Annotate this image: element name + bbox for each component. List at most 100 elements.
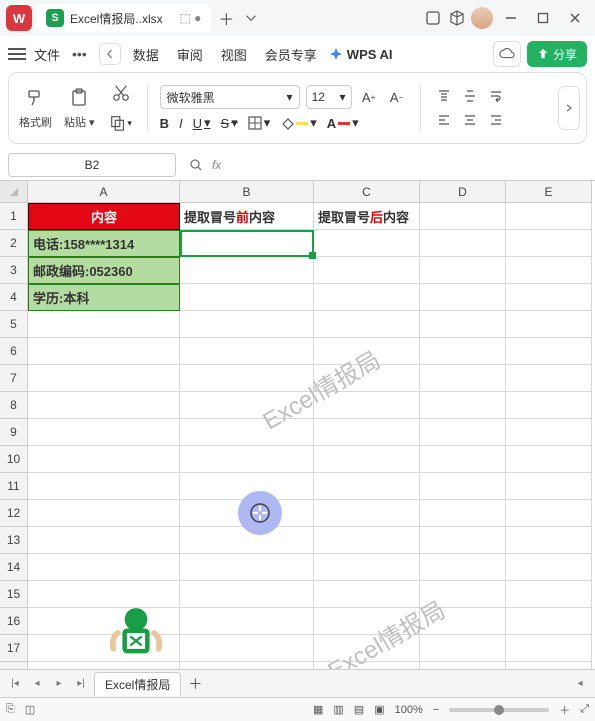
sheet-nav-last[interactable]: ▸| xyxy=(72,675,90,693)
cell-E8[interactable] xyxy=(506,392,592,419)
align-wrap-icon[interactable] xyxy=(485,86,507,106)
status-icon-b[interactable]: ◫ xyxy=(25,703,35,716)
cell-B14[interactable] xyxy=(180,554,314,581)
cell-C11[interactable] xyxy=(314,473,420,500)
cell-C5[interactable] xyxy=(314,311,420,338)
increase-font-icon[interactable]: A+ xyxy=(358,86,380,108)
align-left-icon[interactable] xyxy=(433,110,455,130)
cell-B6[interactable] xyxy=(180,338,314,365)
cell-C12[interactable] xyxy=(314,500,420,527)
bold-button[interactable]: B xyxy=(160,116,169,131)
sheet-nav-first[interactable]: |◂ xyxy=(6,675,24,693)
cell-D3[interactable] xyxy=(420,257,506,284)
menu-view[interactable]: 视图 xyxy=(215,41,253,68)
cell-B2[interactable] xyxy=(180,230,314,257)
cell-E9[interactable] xyxy=(506,419,592,446)
menu-review[interactable]: 审阅 xyxy=(171,41,209,68)
align-top-icon[interactable] xyxy=(433,86,455,106)
cell-E5[interactable] xyxy=(506,311,592,338)
align-right-icon[interactable] xyxy=(485,110,507,130)
cell-E6[interactable] xyxy=(506,338,592,365)
cell-A9[interactable] xyxy=(28,419,180,446)
hamburger-icon[interactable] xyxy=(8,48,26,60)
zoom-value[interactable]: 100% xyxy=(395,704,423,716)
cell-D2[interactable] xyxy=(420,230,506,257)
row-header-13[interactable]: 13 xyxy=(0,527,28,554)
paste-icon[interactable] xyxy=(65,86,93,110)
row-header-3[interactable]: 3 xyxy=(0,257,28,284)
cloud-button[interactable] xyxy=(493,41,521,67)
row-header-2[interactable]: 2 xyxy=(0,230,28,257)
cell-E14[interactable] xyxy=(506,554,592,581)
dropdown-icon[interactable] xyxy=(241,8,261,28)
row-header-9[interactable]: 9 xyxy=(0,419,28,446)
row-header-4[interactable]: 4 xyxy=(0,284,28,311)
sheet-scroll-left[interactable]: ◂ xyxy=(571,675,589,693)
cell-C16[interactable] xyxy=(314,608,420,635)
sheet-nav-next[interactable]: ▸ xyxy=(50,675,68,693)
minimize-button[interactable] xyxy=(497,4,525,32)
column-header-E[interactable]: E xyxy=(506,181,592,203)
column-header-D[interactable]: D xyxy=(420,181,506,203)
cell-E4[interactable] xyxy=(506,284,592,311)
cut-icon[interactable] xyxy=(107,81,135,105)
cell-A3[interactable]: 邮政编码:052360 xyxy=(28,257,180,284)
cell-B5[interactable] xyxy=(180,311,314,338)
cell-D5[interactable] xyxy=(420,311,506,338)
name-box[interactable]: B2 xyxy=(8,153,176,177)
cell-B8[interactable] xyxy=(180,392,314,419)
fill-color-button[interactable]: ▾ xyxy=(280,115,317,131)
row-header-10[interactable]: 10 xyxy=(0,446,28,473)
cell-B10[interactable] xyxy=(180,446,314,473)
cell-D15[interactable] xyxy=(420,581,506,608)
cell-D13[interactable] xyxy=(420,527,506,554)
cell-A7[interactable] xyxy=(28,365,180,392)
file-menu[interactable]: 文件 xyxy=(34,45,60,64)
view-page-icon[interactable]: ▥ xyxy=(333,703,343,716)
align-center-icon[interactable] xyxy=(459,110,481,130)
cell-C2[interactable] xyxy=(314,230,420,257)
copy-icon[interactable]: ▾ xyxy=(107,111,135,135)
cube-icon[interactable] xyxy=(447,8,467,28)
zoom-slider[interactable] xyxy=(449,708,549,712)
align-middle-icon[interactable] xyxy=(459,86,481,106)
cell-E17[interactable] xyxy=(506,635,592,662)
select-all-corner[interactable] xyxy=(0,181,28,203)
wps-ai-button[interactable]: WPS AI xyxy=(329,47,393,62)
sheet-nav-prev[interactable]: ◂ xyxy=(28,675,46,693)
font-size-select[interactable]: 12 ▾ xyxy=(306,85,352,109)
cell-A10[interactable] xyxy=(28,446,180,473)
row-header-5[interactable]: 5 xyxy=(0,311,28,338)
cell-A4[interactable]: 学历:本科 xyxy=(28,284,180,311)
cell-A13[interactable] xyxy=(28,527,180,554)
maximize-button[interactable] xyxy=(529,4,557,32)
row-header-16[interactable]: 16 xyxy=(0,608,28,635)
cell-D14[interactable] xyxy=(420,554,506,581)
document-tab[interactable]: S Excel情报局..xlsx ⠀⬚ ● xyxy=(36,4,211,32)
cell-B7[interactable] xyxy=(180,365,314,392)
row-header-15[interactable]: 15 xyxy=(0,581,28,608)
cell-D16[interactable] xyxy=(420,608,506,635)
format-painter-icon[interactable] xyxy=(22,86,50,110)
cell-D17[interactable] xyxy=(420,635,506,662)
cell-B15[interactable] xyxy=(180,581,314,608)
cell-A5[interactable] xyxy=(28,311,180,338)
cell-D7[interactable] xyxy=(420,365,506,392)
fx-label[interactable]: fx xyxy=(212,158,221,172)
view-normal-icon[interactable]: ▦ xyxy=(313,703,323,716)
cell-E7[interactable] xyxy=(506,365,592,392)
close-button[interactable] xyxy=(561,4,589,32)
cell-E12[interactable] xyxy=(506,500,592,527)
scroll-left-button[interactable] xyxy=(99,43,121,65)
row-header-17[interactable]: 17 xyxy=(0,635,28,662)
sheet-tab[interactable]: Excel情报局 xyxy=(94,672,181,696)
view-break-icon[interactable]: ▤ xyxy=(354,703,364,716)
add-tab-button[interactable]: ＋ xyxy=(215,7,237,29)
cell-C10[interactable] xyxy=(314,446,420,473)
cell-C3[interactable] xyxy=(314,257,420,284)
tablet-icon[interactable] xyxy=(423,8,443,28)
cell-E2[interactable] xyxy=(506,230,592,257)
column-header-A[interactable]: A xyxy=(28,181,180,203)
row-header-1[interactable]: 1 xyxy=(0,203,28,230)
cell-A1[interactable]: 内容 xyxy=(28,203,180,230)
